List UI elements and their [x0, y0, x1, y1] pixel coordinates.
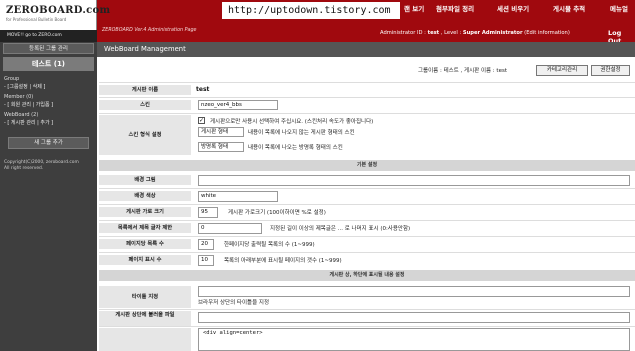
member-label: Member (0)	[4, 94, 34, 100]
rights-line: All right reserved.	[4, 166, 44, 171]
page-count-desc: 목록의 아래부분에 표시될 페이지의 갯수 (1~999)	[224, 258, 342, 264]
width-label: 게시판 가로 크기	[99, 207, 191, 217]
level-label: , Level :	[440, 30, 462, 36]
webboard-label: WebBoard (2)	[4, 112, 39, 118]
divider	[99, 309, 635, 310]
logo-title: ZEROBOARD.com	[6, 5, 111, 16]
url-watermark: http://uptodown.tistory.com	[222, 2, 400, 19]
header-file-input[interactable]	[198, 312, 630, 323]
bg-image-input[interactable]	[198, 175, 630, 186]
title-tag-desc: 브라우저 상단의 타이틀을 지정	[198, 300, 270, 306]
skin-select[interactable]: nzeo_ver4_bbs	[198, 100, 278, 110]
divider	[99, 252, 635, 253]
divider	[99, 97, 635, 98]
bg-color-input[interactable]: white	[198, 191, 278, 202]
admin-level: Super Administrator	[462, 30, 523, 36]
logo-subtitle: for Professional Bulletin Board	[6, 17, 67, 22]
admin-id: test	[427, 30, 440, 36]
divider	[99, 113, 635, 114]
admin-id-label: Administrator ID :	[380, 30, 426, 36]
group-settings-links[interactable]: - [그룹설정 | 삭제 ]	[4, 83, 45, 90]
divider	[99, 326, 635, 327]
title-limit-desc: 지정된 길이 이상의 제목글은 ... 로 나머지 표시 (0:사용안함)	[270, 226, 411, 232]
page-count-input[interactable]: 10	[198, 255, 214, 266]
board-skin-desc: 내용이 목록에 나오지 않는 게시판 형태의 스킨	[248, 130, 355, 136]
category-manage-button[interactable]: 카테고리관리	[536, 65, 588, 76]
skin-select-value: nzeo_ver4_bbs	[201, 102, 242, 108]
edit-information-link[interactable]: (Edit information)	[524, 30, 570, 36]
page-title: WebBoard Management	[104, 45, 186, 53]
title-limit-label: 목록에서 제목 글자 제한	[99, 223, 191, 233]
header-file-label: 게시판 상단에 불러올 파일	[99, 311, 191, 327]
skin-type-checkbox-text: 게시판으로만 사용시 선택하여 주십시요. (스킨처리 속도가 좋아집니다)	[210, 119, 374, 125]
header-html-textarea[interactable]: <div align=center>	[198, 328, 630, 351]
divider	[99, 188, 635, 189]
board-skin-select-value: 게시판 형태	[201, 129, 229, 135]
admin-info: Administrator ID : test , Level : Super …	[380, 30, 570, 36]
per-page-label: 페이지당 목록 수	[99, 239, 191, 249]
top-menu-item-attachments[interactable]: 첨부파일 정리	[436, 3, 474, 13]
divider	[99, 220, 635, 221]
top-menu-item-manual[interactable]: 메뉴얼	[610, 3, 628, 13]
group-title[interactable]: 테스트 (1)	[3, 57, 94, 71]
guestbook-skin-select-value: 방명록 형태	[201, 144, 229, 150]
top-bottom-content-section: 게시판 상, 하단에 표시될 내용 설정	[99, 270, 635, 281]
add-group-button[interactable]: 새 그룹 추가	[8, 137, 89, 149]
board-name-value: test	[196, 86, 210, 93]
skin-label: 스킨	[99, 100, 191, 110]
top-menu-item-clear-session[interactable]: 세션 비우기	[497, 3, 529, 13]
zeroboard-home-link[interactable]: MOVE!! go to ZERO.com	[0, 30, 97, 42]
title-limit-input[interactable]: 0	[198, 223, 262, 234]
top-menu-item-track-posts[interactable]: 게시물 추적	[553, 3, 585, 13]
breadcrumb: 그룹이름 : 테스트 , 게시판 이름 : test	[418, 68, 507, 74]
page-count-label: 페이지 표시 수	[99, 255, 191, 265]
divider	[99, 82, 635, 83]
top-menu-item-view[interactable]: 랜 보기	[404, 3, 424, 13]
header-html-label	[99, 328, 191, 351]
skin-type-checkbox[interactable]: ✓	[198, 117, 205, 124]
guestbook-skin-desc: 내용이 목록에 나오는 방명록 형태의 스킨	[248, 145, 343, 151]
divider	[99, 204, 635, 205]
per-page-input[interactable]: 20	[198, 239, 214, 250]
logo[interactable]: ZEROBOARD.com for Professional Bulletin …	[0, 0, 110, 42]
group-label: Group	[4, 76, 20, 82]
board-name-label: 게시판 이름	[99, 85, 191, 95]
member-links[interactable]: - [ 회원 관리 | 가입폼 ]	[4, 101, 53, 108]
copyright: Copyright(C)2000, zeroboard.com All righ…	[4, 160, 79, 172]
guestbook-skin-select[interactable]: 방명록 형태	[198, 142, 244, 152]
width-input[interactable]: 95	[198, 207, 218, 218]
admin-page-subtitle: ZEROBOARD Ver.4 Administration Page	[102, 28, 197, 33]
title-tag-input[interactable]	[198, 286, 630, 297]
divider	[99, 236, 635, 237]
skin-type-label: 스킨 형식 설정	[99, 115, 191, 155]
basic-settings-section: 기본 설정	[99, 160, 635, 171]
webboard-links[interactable]: - [ 게시판 관리 | 추가 ]	[4, 119, 53, 126]
width-desc: 게시판 가로크기 (100이하이면 %로 설정)	[228, 210, 326, 216]
title-tag-label: 타이틀 지정	[99, 286, 191, 308]
board-skin-select[interactable]: 게시판 형태	[198, 127, 244, 137]
per-page-desc: 한페이지당 출력될 목록의 수 (1~999)	[224, 242, 315, 248]
permission-settings-button[interactable]: 권한설정	[591, 65, 630, 76]
bg-color-label: 배경 색상	[99, 191, 191, 201]
bg-image-label: 배경 그림	[99, 175, 191, 185]
registered-groups-button[interactable]: 등록된 그룹 관리	[3, 43, 94, 54]
